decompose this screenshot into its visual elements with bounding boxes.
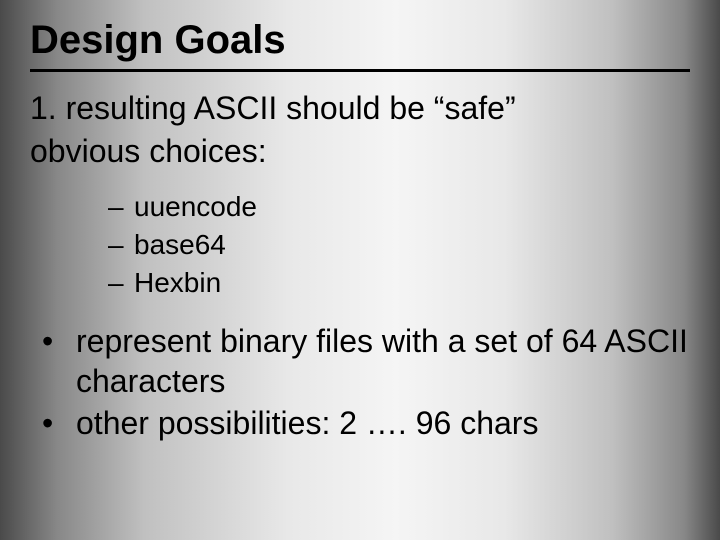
obvious-choices-label: obvious choices: xyxy=(30,133,690,170)
bullet-icon: • xyxy=(38,321,76,401)
dash-icon: – xyxy=(108,226,134,264)
sublist-item-base64: – base64 xyxy=(108,226,690,264)
sublist-item-hexbin: – Hexbin xyxy=(108,264,690,302)
bullet-item-label: represent binary files with a set of 64 … xyxy=(76,321,690,401)
sublist-item-uuencode: – uuencode xyxy=(108,188,690,226)
bullet-item-2: • other possibilities: 2 …. 96 chars xyxy=(38,403,690,443)
title-underline xyxy=(30,69,690,72)
sublist-item-label: Hexbin xyxy=(134,264,221,302)
bullet-icon: • xyxy=(38,403,76,443)
bullet-item-1: • represent binary files with a set of 6… xyxy=(38,321,690,401)
bullet-list: • represent binary files with a set of 6… xyxy=(38,321,690,443)
dash-icon: – xyxy=(108,188,134,226)
numbered-point-1: 1. resulting ASCII should be “safe” xyxy=(30,90,690,127)
slide: Design Goals 1. resulting ASCII should b… xyxy=(0,0,720,540)
sublist-item-label: base64 xyxy=(134,226,226,264)
sublist: – uuencode – base64 – Hexbin xyxy=(108,188,690,301)
sublist-item-label: uuencode xyxy=(134,188,257,226)
dash-icon: – xyxy=(108,264,134,302)
bullet-item-label: other possibilities: 2 …. 96 chars xyxy=(76,403,690,443)
slide-title: Design Goals xyxy=(30,18,690,65)
